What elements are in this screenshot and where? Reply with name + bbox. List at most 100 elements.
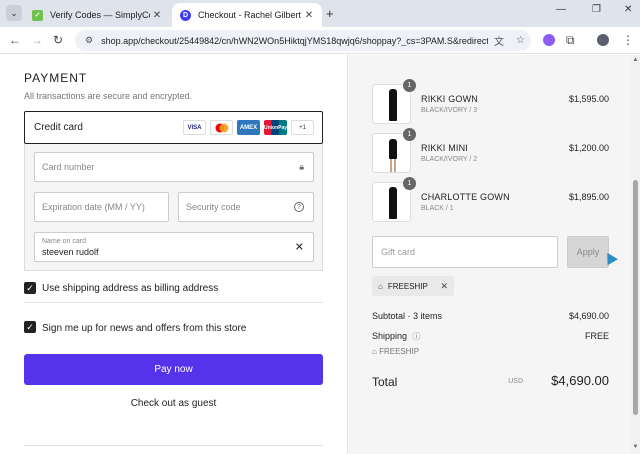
- order-summary: 1 RIKKI GOWN BLACK/IVORY / 3 $1,595.00 1…: [347, 55, 631, 454]
- item-variant: BLACK/IVORY / 2: [421, 156, 478, 163]
- visa-icon: VISA: [183, 120, 206, 135]
- lock-icon: 🔒︎: [299, 161, 304, 172]
- translate-icon[interactable]: 文: [494, 33, 504, 48]
- item-price: $1,895.00: [568, 192, 609, 202]
- address-bar[interactable]: ⚙ shop.app/checkout/25449842/cn/hWN2WOn5…: [75, 30, 531, 51]
- item-name: CHARLOTTE GOWN: [421, 192, 510, 202]
- tab-bar: ⌄ ✓ Verify Codes — SimplyCodes ✕ D Check…: [0, 0, 640, 27]
- payment-section: PAYMENT All transactions are secure and …: [0, 55, 347, 454]
- subtotal-value: $4,690.00: [568, 311, 609, 321]
- security-code-field[interactable]: Security code ?: [178, 192, 314, 222]
- name-on-card-label: Name on card: [42, 237, 86, 245]
- item-name: RIKKI GOWN: [421, 94, 479, 104]
- item-name: RIKKI MINI: [421, 143, 469, 153]
- total-row: Total USD $4,690.00: [372, 373, 609, 391]
- unionpay-icon: UnionPay: [264, 120, 287, 135]
- back-icon[interactable]: ←: [9, 33, 21, 47]
- url-text: shop.app/checkout/25449842/cn/hWN2WOn5Hi…: [101, 35, 489, 46]
- checkout-guest-link[interactable]: Check out as guest: [24, 398, 323, 409]
- gift-card-placeholder: Gift card: [381, 247, 416, 257]
- card-brands: VISA AMEX UnionPay +1: [183, 120, 314, 135]
- divider: [24, 302, 323, 303]
- simplycodes-icon: ✓: [32, 9, 43, 21]
- card-form: Card number 🔒︎ Expiration date (MM / YY)…: [24, 144, 323, 271]
- more-cards-badge: +1: [291, 120, 314, 135]
- name-on-card-value: steeven rudolf: [42, 246, 99, 257]
- name-on-card-field[interactable]: Name on card steeven rudolf ✕: [34, 232, 314, 262]
- item-variant: BLACK / 1: [421, 205, 454, 212]
- scrollbar-thumb[interactable]: [633, 180, 638, 415]
- payment-method-label: Credit card: [34, 122, 83, 133]
- payment-subtitle: All transactions are secure and encrypte…: [24, 91, 193, 101]
- shipping-label: Shipping: [372, 331, 408, 341]
- site-info-icon[interactable]: ⚙: [85, 35, 93, 46]
- scroll-up-icon[interactable]: ▲: [632, 57, 639, 64]
- gift-card-input[interactable]: Gift card: [372, 236, 558, 268]
- shipping-row: Shipping ⓘ FREE: [372, 331, 609, 342]
- forward-icon[interactable]: →: [31, 33, 43, 47]
- tab-title: Checkout - Rachel Gilbert US: [198, 10, 302, 20]
- toolbar: ← → ↻ ⚙ shop.app/checkout/25449842/cn/hW…: [0, 27, 640, 54]
- puzzle-icon[interactable]: ⧉: [566, 33, 575, 48]
- page-title: PAYMENT: [24, 71, 88, 85]
- list-item: 1 RIKKI GOWN BLACK/IVORY / 3 $1,595.00: [372, 79, 609, 124]
- pay-now-button[interactable]: Pay now: [24, 354, 323, 385]
- expiration-placeholder: Expiration date (MM / YY): [42, 202, 145, 212]
- discount-chip: ⌂ FREESHIP ✕: [372, 276, 454, 296]
- close-icon[interactable]: ✕: [302, 10, 316, 21]
- card-number-field[interactable]: Card number 🔒︎: [34, 152, 314, 182]
- list-item: 1 RIKKI MINI BLACK/IVORY / 2 $1,200.00: [372, 128, 609, 173]
- quantity-badge: 1: [403, 177, 416, 190]
- help-icon[interactable]: ?: [294, 202, 304, 212]
- new-tab-icon[interactable]: +: [326, 6, 334, 21]
- menu-icon[interactable]: ⋮: [622, 33, 634, 47]
- billing-checkbox-label: Use shipping address as billing address: [42, 283, 219, 294]
- subtotal-row: Subtotal · 3 items $4,690.00: [372, 311, 609, 321]
- close-icon[interactable]: ✕: [150, 10, 164, 21]
- page-content: PAYMENT All transactions are secure and …: [0, 55, 640, 454]
- shipping-value: FREE: [584, 331, 609, 341]
- reload-icon[interactable]: ↻: [53, 33, 63, 47]
- credit-card-option[interactable]: Credit card VISA AMEX UnionPay +1: [24, 111, 323, 144]
- security-code-placeholder: Security code: [186, 202, 241, 212]
- window-close-icon[interactable]: ✕: [624, 4, 632, 15]
- apply-button[interactable]: Apply: [567, 236, 609, 268]
- card-number-placeholder: Card number: [42, 162, 95, 172]
- tag-icon: ⌂: [378, 281, 383, 291]
- expiration-field[interactable]: Expiration date (MM / YY): [34, 192, 169, 222]
- remove-discount-icon[interactable]: ✕: [440, 281, 448, 292]
- minimize-icon[interactable]: —: [556, 4, 566, 15]
- clear-icon[interactable]: ✕: [295, 241, 304, 254]
- extension-icon[interactable]: [543, 34, 555, 46]
- tab-title: Verify Codes — SimplyCodes: [50, 10, 150, 20]
- tab-checkout[interactable]: D Checkout - Rachel Gilbert US ✕: [172, 3, 322, 27]
- amex-icon: AMEX: [237, 120, 260, 135]
- news-checkbox-label: Sign me up for news and offers from this…: [42, 323, 247, 334]
- bookmark-star-icon[interactable]: ☆: [516, 35, 525, 46]
- scrollbar[interactable]: ▲ ▼: [631, 55, 640, 454]
- shipping-discount: ⌂ FREESHIP: [372, 347, 420, 356]
- billing-checkbox[interactable]: ✓: [24, 282, 36, 294]
- restore-icon[interactable]: ❐: [592, 4, 601, 15]
- item-price: $1,595.00: [568, 94, 609, 104]
- d-logo-icon: D: [180, 9, 191, 21]
- tag-icon: ⌂: [372, 347, 377, 356]
- quantity-badge: 1: [403, 79, 416, 92]
- currency-code: USD: [508, 378, 523, 385]
- avatar[interactable]: [597, 34, 609, 46]
- browser-window: ⌄ ✓ Verify Codes — SimplyCodes ✕ D Check…: [0, 0, 640, 454]
- total-label: Total: [372, 375, 398, 389]
- item-price: $1,200.00: [568, 143, 609, 153]
- tab-simplycodes[interactable]: ✓ Verify Codes — SimplyCodes ✕: [24, 3, 170, 27]
- divider: [24, 445, 323, 446]
- subtotal-label: Subtotal · 3 items: [372, 311, 443, 321]
- quantity-badge: 1: [403, 128, 416, 141]
- help-icon[interactable]: ⓘ: [413, 332, 421, 341]
- tab-search-icon[interactable]: ⌄: [6, 5, 22, 21]
- scroll-down-icon[interactable]: ▼: [632, 444, 639, 451]
- mastercard-icon: [210, 120, 233, 135]
- item-variant: BLACK/IVORY / 3: [421, 107, 478, 114]
- total-value: $4,690.00: [551, 373, 609, 388]
- list-item: 1 CHARLOTTE GOWN BLACK / 1 $1,895.00: [372, 177, 609, 222]
- news-checkbox[interactable]: ✓: [24, 321, 36, 333]
